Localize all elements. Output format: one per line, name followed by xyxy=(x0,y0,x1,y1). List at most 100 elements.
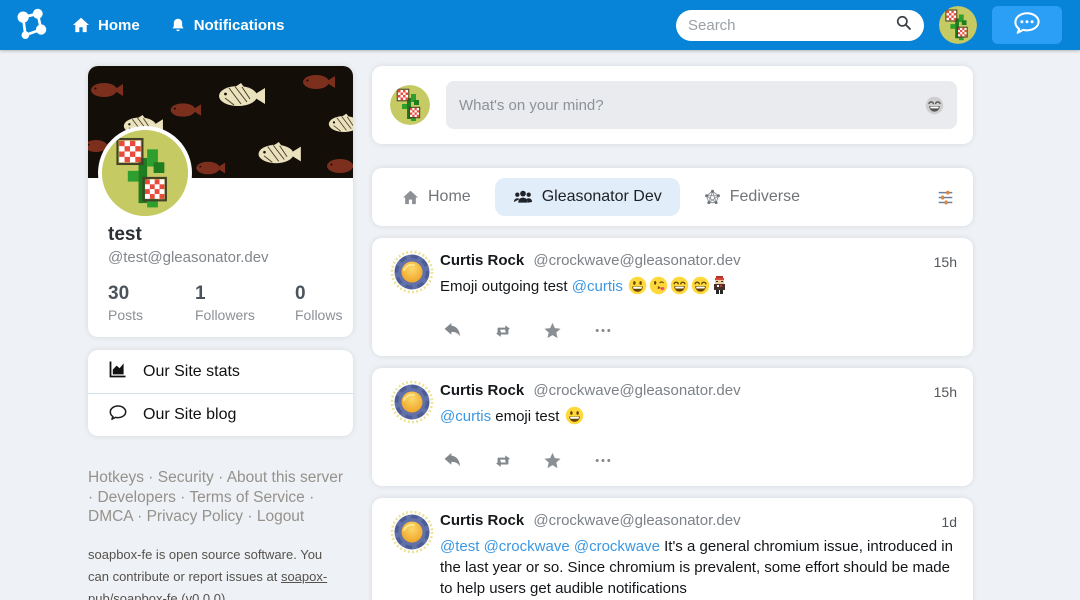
nav-notifications[interactable]: Notifications xyxy=(170,17,285,34)
column-settings-icon[interactable] xyxy=(936,189,955,206)
footer-note: soapbox-fe is open source software. You … xyxy=(88,544,340,600)
profile-handle: @test@gleasonator.dev xyxy=(88,246,353,266)
more-options-icon[interactable] xyxy=(592,451,613,470)
post-author-handle: @crockwave@gleasonator.dev xyxy=(533,252,740,269)
search-box xyxy=(676,10,924,41)
compose-field xyxy=(446,81,957,129)
post-author-name[interactable]: Curtis Rock xyxy=(440,512,524,529)
post-content: @test @crockwave @crockwave It's a gener… xyxy=(440,536,957,599)
home-icon xyxy=(72,17,90,33)
account-avatar[interactable] xyxy=(939,6,977,44)
emoji-picker-icon[interactable] xyxy=(925,96,944,115)
timeline-tabs: Home Gleasonator Dev xyxy=(372,168,973,226)
mention-link[interactable]: @curtis xyxy=(440,408,491,425)
stat-followers[interactable]: 1 Followers xyxy=(195,283,295,323)
profile-card: test @test@gleasonator.dev 30 Posts 1 Fo… xyxy=(88,66,353,337)
tab-home[interactable]: Home xyxy=(390,178,483,216)
footer-link-about-this-server[interactable]: About this server xyxy=(227,469,343,486)
post-author-name[interactable]: Curtis Rock xyxy=(440,382,524,399)
nav-home[interactable]: Home xyxy=(72,17,140,34)
repost-icon[interactable] xyxy=(492,451,513,470)
more-options-icon[interactable] xyxy=(592,321,613,340)
stat-posts-label: Posts xyxy=(108,307,195,323)
stat-follows-label: Follows xyxy=(295,307,342,323)
post: Curtis Rock @crockwave@gleasonator.dev 1… xyxy=(372,238,973,356)
site-blog-label: Our Site blog xyxy=(143,406,236,424)
fediverse-icon xyxy=(704,189,721,206)
mention-link[interactable]: @test xyxy=(440,538,479,555)
tab-gleasonator-dev[interactable]: Gleasonator Dev xyxy=(495,178,680,216)
search-input[interactable] xyxy=(688,17,895,34)
mention-link[interactable]: @crockwave xyxy=(484,538,570,555)
post-header: Curtis Rock @crockwave@gleasonator.dev xyxy=(440,252,957,269)
post-timestamp[interactable]: 15h xyxy=(934,384,957,400)
stat-follows[interactable]: 0 Follows xyxy=(295,283,342,323)
post: Curtis Rock @crockwave@gleasonator.dev 1… xyxy=(372,498,973,600)
reply-icon[interactable] xyxy=(442,321,463,340)
site-stats-label: Our Site stats xyxy=(143,363,240,381)
bell-icon xyxy=(170,17,186,34)
compose-card xyxy=(372,66,973,144)
site-links-card: Our Site stats Our Site blog xyxy=(88,350,353,436)
post: Curtis Rock @crockwave@gleasonator.dev 1… xyxy=(372,368,973,486)
nav-notifications-label: Notifications xyxy=(194,17,285,34)
profile-stats: 30 Posts 1 Followers 0 Follows xyxy=(88,266,353,337)
emoji-beaming xyxy=(670,276,689,301)
post-timestamp[interactable]: 15h xyxy=(934,254,957,270)
emoji-pixel-character xyxy=(712,276,727,301)
stat-posts-value: 30 xyxy=(108,283,195,305)
footer-link-dmca[interactable]: DMCA xyxy=(88,508,133,525)
top-navbar: Home Notifications xyxy=(0,0,1080,50)
stat-followers-value: 1 xyxy=(195,283,295,305)
post-author-name[interactable]: Curtis Rock xyxy=(440,252,524,269)
post-author-avatar[interactable] xyxy=(390,510,434,554)
footer-link-hotkeys[interactable]: Hotkeys xyxy=(88,469,144,486)
reply-icon[interactable] xyxy=(442,451,463,470)
footer-link-security[interactable]: Security xyxy=(158,469,214,486)
post-author-handle: @crockwave@gleasonator.dev xyxy=(533,382,740,399)
timeline: Curtis Rock @crockwave@gleasonator.dev 1… xyxy=(372,238,973,600)
footer-link-developers[interactable]: Developers xyxy=(97,489,175,506)
stat-posts[interactable]: 30 Posts xyxy=(108,283,195,323)
tab-fediverse-label: Fediverse xyxy=(730,188,800,206)
profile-avatar[interactable] xyxy=(98,126,192,220)
repost-icon[interactable] xyxy=(492,321,513,340)
favourite-star-icon[interactable] xyxy=(542,451,563,470)
tab-fediverse[interactable]: Fediverse xyxy=(692,178,812,216)
soapbox-logo-icon[interactable] xyxy=(10,4,52,46)
post-author-avatar[interactable] xyxy=(390,250,434,294)
footer-link-logout[interactable]: Logout xyxy=(257,508,304,525)
home-icon xyxy=(402,190,419,205)
sidebar: test @test@gleasonator.dev 30 Posts 1 Fo… xyxy=(88,66,353,600)
post-author-handle: @crockwave@gleasonator.dev xyxy=(533,512,740,529)
emoji-grinning xyxy=(628,276,647,301)
post-actions xyxy=(442,451,957,470)
post-header: Curtis Rock @crockwave@gleasonator.dev xyxy=(440,382,957,399)
mention-link[interactable]: @crockwave xyxy=(574,538,660,555)
post-actions xyxy=(442,321,957,340)
compose-input[interactable] xyxy=(459,97,917,114)
footer-link-terms-of-service[interactable]: Terms of Service xyxy=(189,489,304,506)
site-blog-link[interactable]: Our Site blog xyxy=(88,393,353,436)
search-icon[interactable] xyxy=(895,14,912,36)
post-author-avatar[interactable] xyxy=(390,380,434,424)
post-header: Curtis Rock @crockwave@gleasonator.dev xyxy=(440,512,957,529)
chats-button[interactable] xyxy=(992,6,1062,44)
footer-link-privacy-policy[interactable]: Privacy Policy xyxy=(147,508,243,525)
mention-link[interactable]: @curtis xyxy=(572,278,623,295)
tab-gleasonator-dev-label: Gleasonator Dev xyxy=(542,188,662,206)
chat-bubble-icon xyxy=(1011,10,1043,41)
footer-note-version: (v0.0.0). xyxy=(178,591,229,600)
tab-home-label: Home xyxy=(428,188,471,206)
page-content: test @test@gleasonator.dev 30 Posts 1 Fo… xyxy=(0,50,1080,600)
emoji-grinning xyxy=(565,406,584,431)
compose-avatar[interactable] xyxy=(390,85,430,125)
emoji-kissing-heart xyxy=(649,276,668,301)
area-chart-icon xyxy=(108,359,128,384)
stat-followers-label: Followers xyxy=(195,307,295,323)
favourite-star-icon[interactable] xyxy=(542,321,563,340)
stat-follows-value: 0 xyxy=(295,283,342,305)
site-stats-link[interactable]: Our Site stats xyxy=(88,350,353,393)
emoji-beaming xyxy=(691,276,710,301)
post-timestamp[interactable]: 1d xyxy=(941,514,957,530)
